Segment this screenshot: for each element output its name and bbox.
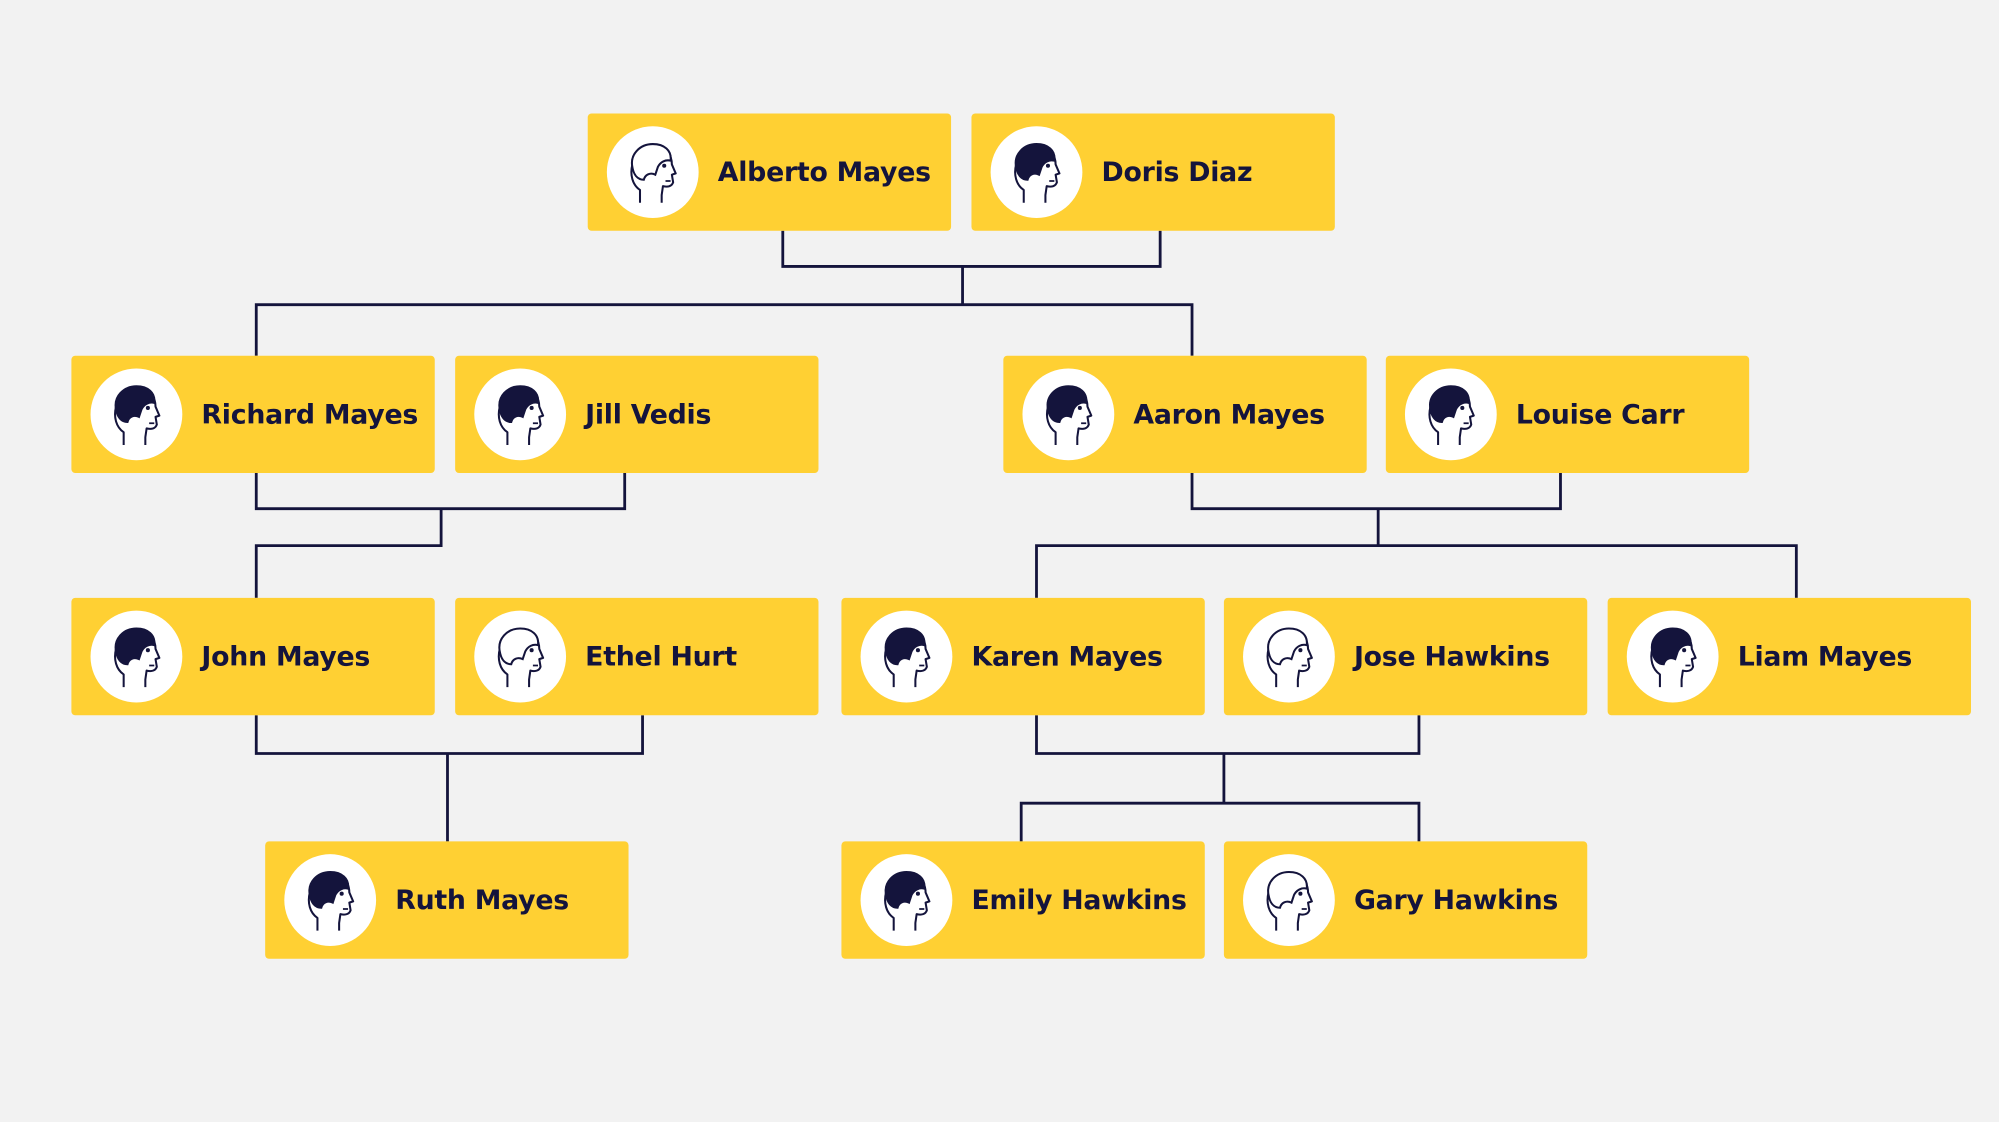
person-name: Jose Hawkins [1353, 641, 1550, 672]
person-name: Emily Hawkins [971, 884, 1187, 916]
man-avatar-icon [90, 610, 183, 703]
person-card-jill[interactable]: Jill Vedis [455, 355, 819, 473]
woman-bob-avatar-icon [1404, 368, 1497, 461]
person-name: Ethel Hurt [585, 641, 737, 672]
person-card-jose[interactable]: Jose Hawkins [1223, 597, 1588, 716]
curly-woman-avatar-icon [474, 368, 567, 461]
person-card-doris[interactable]: Doris Diaz [971, 113, 1335, 231]
woman-avatar-icon [860, 854, 953, 946]
person-name: John Mayes [201, 641, 371, 672]
bearded-man-avatar-icon [606, 126, 699, 219]
man-avatar-icon [90, 368, 183, 461]
person-name: Alberto Mayes [717, 156, 931, 188]
woman-bun-avatar-icon [990, 126, 1083, 219]
old-woman-avatar-icon [474, 610, 567, 703]
connector-karen-jose [1019, 715, 1421, 842]
person-card-karen[interactable]: Karen Mayes [841, 597, 1205, 716]
person-name: Jill Vedis [585, 399, 712, 430]
person-card-john[interactable]: John Mayes [71, 597, 435, 716]
person-card-louise[interactable]: Louise Carr [1385, 355, 1750, 473]
person-name: Gary Hawkins [1353, 884, 1559, 916]
person-card-ethel[interactable]: Ethel Hurt [455, 597, 819, 716]
person-card-gary[interactable]: Gary Hawkins [1223, 841, 1588, 959]
woman-glasses-avatar-icon [860, 610, 953, 703]
person-card-richard[interactable]: Richard Mayes [71, 355, 435, 473]
person-card-emily[interactable]: Emily Hawkins [841, 841, 1205, 959]
man-avatar-icon [1243, 854, 1335, 946]
person-name: Ruth Mayes [395, 884, 569, 916]
man-avatar-icon [1022, 368, 1115, 461]
person-glasses-avatar-icon [284, 854, 377, 946]
family-tree: Alberto Mayes Doris Diaz Richard Mayes J… [0, 0, 1999, 1122]
person-card-liam[interactable]: Liam Mayes [1607, 597, 1971, 716]
person-name: Liam Mayes [1737, 641, 1913, 672]
connector-aaron-louise [1035, 472, 1798, 598]
person-name: Karen Mayes [971, 641, 1163, 672]
person-name: Louise Carr [1515, 399, 1685, 430]
person-card-aaron[interactable]: Aaron Mayes [1003, 355, 1367, 473]
person-name: Richard Mayes [201, 399, 419, 430]
connector-richard-jill [254, 472, 627, 598]
man-avatar-icon [1626, 610, 1719, 703]
person-name: Doris Diaz [1101, 156, 1253, 188]
connector-john-ethel [254, 715, 644, 842]
man-avatar-icon [1243, 610, 1335, 703]
person-card-ruth[interactable]: Ruth Mayes [265, 841, 629, 959]
person-name: Aaron Mayes [1133, 399, 1325, 430]
connector-alberto-doris [254, 230, 1194, 356]
person-card-alberto[interactable]: Alberto Mayes [587, 113, 952, 231]
